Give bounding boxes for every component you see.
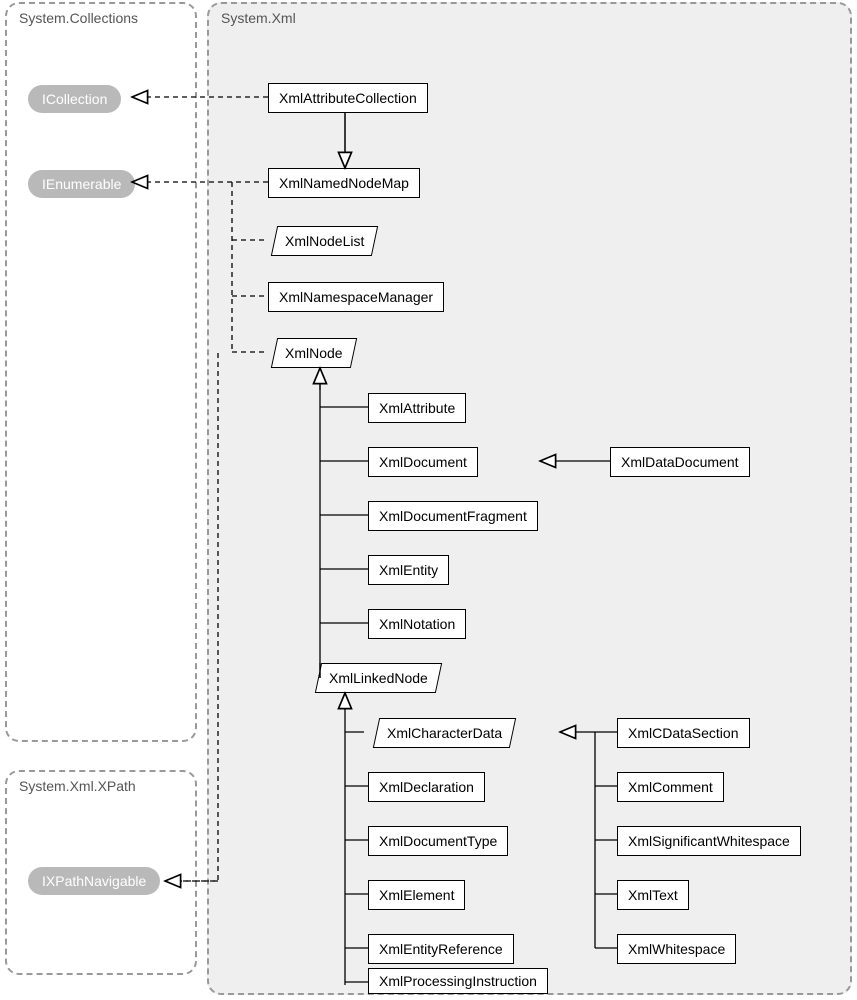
class-xmlattribute: XmlAttribute: [368, 393, 466, 423]
class-xmlelement: XmlElement: [368, 880, 465, 910]
class-xmlcharacterdata: XmlCharacterData: [373, 718, 517, 748]
interface-icollection: ICollection: [28, 85, 121, 113]
interface-ixpathnavigable: IXPathNavigable: [28, 867, 160, 895]
class-xmlattributecollection: XmlAttributeCollection: [268, 83, 428, 113]
class-xmlsignificantwhitespace: XmlSignificantWhitespace: [617, 826, 801, 856]
class-xmldeclaration: XmlDeclaration: [368, 772, 485, 802]
diagram-canvas: System.Collections System.Xml System.Xml…: [0, 0, 857, 1000]
namespace-label-collections: System.Collections: [19, 10, 138, 26]
class-xmlcdatasection: XmlCDataSection: [617, 718, 750, 748]
class-xmlwhitespace: XmlWhitespace: [617, 934, 736, 964]
class-xmldocumenttype: XmlDocumentType: [368, 826, 508, 856]
class-xmlnamednodemap: XmlNamedNodeMap: [268, 168, 420, 198]
class-xmlcomment: XmlComment: [617, 772, 724, 802]
namespace-label-xpath: System.Xml.XPath: [19, 778, 136, 794]
class-xmlnode: XmlNode: [271, 338, 357, 368]
namespace-system-collections: System.Collections: [5, 2, 197, 742]
interface-ienumerable: IEnumerable: [28, 170, 135, 198]
class-xmllinkednode: XmlLinkedNode: [315, 663, 442, 693]
class-xmlnotation: XmlNotation: [368, 609, 466, 639]
class-xmlprocessinginstruction2: XmlProcessingInstruction: [368, 968, 548, 994]
class-xmlnodelist: XmlNodeList: [271, 226, 379, 256]
class-xmldocument: XmlDocument: [368, 447, 478, 477]
class-xmldatadocument: XmlDataDocument: [610, 447, 750, 477]
namespace-label-xml: System.Xml: [221, 10, 296, 26]
class-xmlentity: XmlEntity: [368, 555, 449, 585]
class-xmlentityreference: XmlEntityReference: [368, 934, 514, 964]
class-xmltext: XmlText: [617, 880, 689, 910]
class-xmlnamespacemanager: XmlNamespaceManager: [268, 282, 444, 312]
class-xmldocumentfragment: XmlDocumentFragment: [368, 501, 538, 531]
